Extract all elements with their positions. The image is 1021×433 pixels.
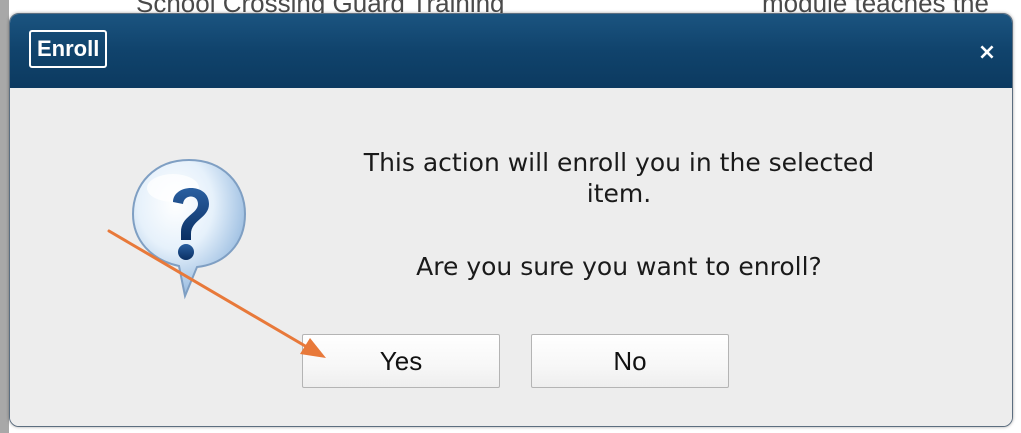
close-button[interactable]: × [976,42,998,64]
dialog-body: This action will enroll you in the selec… [10,88,1012,426]
no-button[interactable]: No [531,334,729,388]
dialog-titlebar: Enroll × [10,14,1012,88]
enroll-dialog: Enroll × This action will enroll you in … [9,13,1013,427]
screen: School Crossing Guard Training module te… [0,0,1021,433]
dialog-message: This action will enroll you in the selec… [363,148,875,208]
background-left-strip [0,0,9,433]
yes-button[interactable]: Yes [302,334,500,388]
question-bubble-icon [131,158,247,300]
dialog-title: Enroll [29,30,108,68]
dialog-question: Are you sure you want to enroll? [416,252,822,281]
